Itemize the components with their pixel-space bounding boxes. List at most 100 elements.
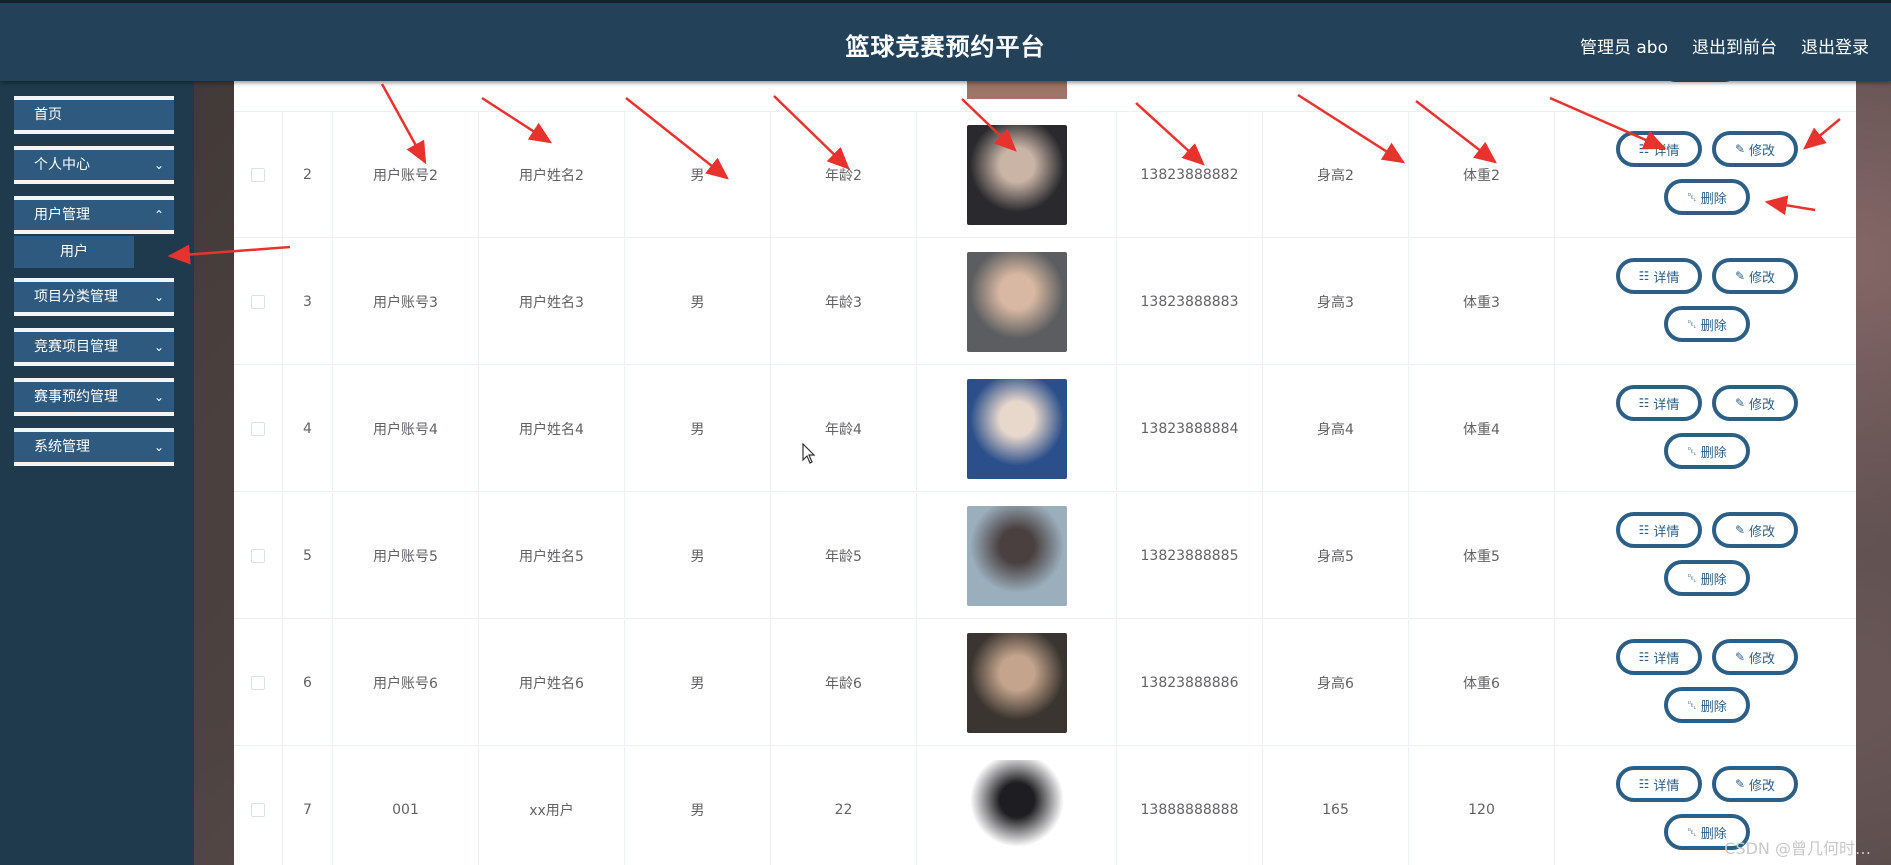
detail-button[interactable]: ☷ 详情 [1616, 512, 1702, 548]
delete-button-label: 删除 [1700, 699, 1727, 715]
delete-button[interactable]: ␡ 删除 [1664, 433, 1750, 469]
chevron-up-icon: ⌃ [153, 208, 164, 222]
chevron-down-icon: ⌄ [153, 290, 164, 304]
delete-button[interactable]: ␡ 删除 [1664, 306, 1750, 342]
table-cell-phone: 13823888884 [1117, 366, 1263, 492]
delete-button[interactable]: ␡ 删除 [1664, 687, 1750, 723]
edit-button-label: 修改 [1749, 524, 1776, 540]
cell-text-height: 身高5 [1317, 549, 1354, 565]
sidebar-item-label: 系统管理 [34, 439, 90, 455]
table-cell-phone: 13823888882 [1117, 112, 1263, 238]
detail-button[interactable]: ☷ 详情 [1616, 766, 1702, 802]
sidebar-subitem-user[interactable]: 用户 [14, 236, 134, 268]
edit-button[interactable]: ✎ 修改 [1712, 766, 1798, 802]
sidebar-item-personal-center[interactable]: 个人中心 ⌄ [14, 146, 174, 184]
avatar [966, 379, 1067, 479]
table-cell-age: 22 [771, 747, 917, 865]
detail-button-label: 详情 [1653, 778, 1680, 794]
cell-text-weight: 体重4 [1463, 422, 1500, 438]
edit-button[interactable]: ✎ 修改 [1712, 385, 1798, 421]
table-cell-name: 用户姓名4 [479, 366, 625, 492]
row-checkbox[interactable] [251, 168, 265, 182]
cell-text-weight: 体重3 [1463, 295, 1500, 311]
table-cell-height: 身高2 [1263, 112, 1409, 238]
sidebar-item-booking-management[interactable]: 赛事预约管理 ⌄ [14, 378, 174, 416]
table-cell-gender: 男 [625, 239, 771, 365]
detail-button[interactable]: ☷ 详情 [1616, 258, 1702, 294]
pencil-icon: ✎ [1734, 523, 1746, 537]
table-cell-height: 身高4 [1263, 366, 1409, 492]
sidebar-item-home[interactable]: 首页 [14, 96, 174, 134]
trash-icon: ␡ [1687, 189, 1697, 204]
table-cell-phone: 13888888888 [1117, 747, 1263, 865]
table-cell-weight: 体重2 [1409, 112, 1555, 238]
detail-button[interactable]: ☷ 详情 [1616, 385, 1702, 421]
table-cell-index: 3 [283, 239, 333, 365]
cell-text-gender: 男 [690, 168, 705, 184]
delete-button[interactable]: 🗑 [1658, 81, 1742, 82]
delete-button[interactable]: ␡ 删除 [1664, 179, 1750, 215]
table-cell-avatar [917, 620, 1117, 746]
edit-button[interactable]: ✎ 修改 [1712, 512, 1798, 548]
back-to-front-link[interactable]: 退出到前台 [1692, 33, 1777, 58]
pencil-icon: ✎ [1734, 269, 1746, 283]
sidebar-item-competition-management[interactable]: 竞赛项目管理 ⌄ [14, 328, 174, 366]
cell-text-name: 用户姓名5 [519, 549, 584, 565]
sidebar-item-label: 项目分类管理 [34, 289, 118, 305]
edit-button[interactable]: ✎ 修改 [1712, 131, 1798, 167]
delete-button-label: 删除 [1700, 572, 1727, 588]
sidebar-item-label: 赛事预约管理 [34, 389, 118, 405]
table-cell-chk [234, 620, 283, 746]
detail-button-label: 详情 [1653, 143, 1680, 159]
table-cell-chk [234, 493, 283, 619]
edit-button[interactable]: ✎ 修改 [1712, 258, 1798, 294]
table-cell-age: 年龄3 [771, 239, 917, 365]
row-checkbox[interactable] [251, 803, 265, 817]
cell-text-age: 年龄5 [825, 549, 862, 565]
table-cell-height: 身高5 [1263, 493, 1409, 619]
detail-button-label: 详情 [1653, 524, 1680, 540]
row-checkbox[interactable] [251, 549, 265, 563]
cell-text-weight: 体重2 [1463, 168, 1500, 184]
logout-link[interactable]: 退出登录 [1801, 33, 1869, 58]
table-cell-age: 年龄2 [771, 112, 917, 238]
cell-text-account: 用户账号3 [373, 295, 438, 311]
cell-text-height: 身高3 [1317, 295, 1354, 311]
avatar [967, 81, 1067, 99]
table-cell-weight: 体重5 [1409, 493, 1555, 619]
table-cell-name: xx用户 [479, 747, 625, 865]
cell-text-name: 用户姓名6 [519, 676, 584, 692]
sidebar-item-user-management[interactable]: 用户管理 ⌃ [14, 196, 174, 234]
table-cell-chk [234, 747, 283, 865]
table-cell-account: 用户账号4 [333, 366, 479, 492]
cell-text-account: 用户账号5 [373, 549, 438, 565]
table-row: 2 用户账号2 用户姓名2 男 年龄2 13823888882 身高2 体重2 ☷ 详情 ✎ 修改 ␡ 删… [234, 112, 1856, 238]
avatar [966, 252, 1067, 352]
table-cell-index: 7 [283, 747, 333, 865]
cell-text-account: 001 [392, 802, 419, 818]
delete-button[interactable]: ␡ 删除 [1664, 560, 1750, 596]
detail-button[interactable]: ☷ 详情 [1616, 131, 1702, 167]
edit-button-label: 修改 [1749, 778, 1776, 794]
cell-text-weight: 120 [1468, 802, 1495, 818]
pencil-icon: ✎ [1734, 650, 1746, 664]
cell-text-weight: 体重5 [1463, 549, 1500, 565]
row-checkbox[interactable] [251, 676, 265, 690]
cell-text-age: 年龄2 [825, 168, 862, 184]
cell-text-phone: 13823888882 [1140, 167, 1239, 183]
table-cell-avatar [917, 366, 1117, 492]
table-cell-phone: 13823888883 [1117, 239, 1263, 365]
mouse-cursor-icon [802, 443, 816, 464]
table-cell-gender: 男 [625, 620, 771, 746]
sidebar-item-category-management[interactable]: 项目分类管理 ⌄ [14, 278, 174, 316]
row-checkbox[interactable] [251, 422, 265, 436]
edit-button[interactable]: ✎ 修改 [1712, 639, 1798, 675]
cell-text-account: 用户账号2 [373, 168, 438, 184]
table-cell-account: 用户账号2 [333, 112, 479, 238]
detail-button[interactable]: ☷ 详情 [1616, 639, 1702, 675]
table-cell-account: 用户账号3 [333, 239, 479, 365]
sidebar-item-system-management[interactable]: 系统管理 ⌄ [14, 428, 174, 466]
delete-button-label: 删除 [1700, 191, 1727, 207]
row-checkbox[interactable] [251, 295, 265, 309]
table-cell-index: 2 [283, 112, 333, 238]
